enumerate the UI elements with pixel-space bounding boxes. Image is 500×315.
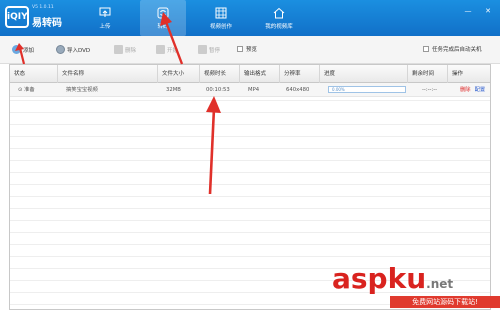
app-name: 易转码 — [32, 18, 62, 29]
row-config-link[interactable]: 配置 — [475, 87, 486, 93]
table-header: 状态 文件名称 文件大小 视频时长 输出格式 分辨率 进度 剩余时间 操作 — [10, 65, 490, 83]
main-nav: 上传 转码 视频创作 我的视频库 — [82, 0, 314, 36]
upload-icon — [99, 7, 111, 17]
delete-icon — [114, 45, 123, 54]
column-header-format[interactable]: 输出格式 — [240, 65, 280, 83]
video-create-icon — [215, 7, 227, 18]
delete-button-label: 删除 — [125, 47, 137, 54]
toolbar: 添加 导入DVD 删除 开始 暂停 预览 任务完成后自动关机 — [0, 36, 500, 64]
tab-upload[interactable]: 上传 — [82, 0, 128, 36]
column-header-actions[interactable]: 操作 — [448, 65, 490, 83]
row-remaining: --:--:-- — [422, 87, 438, 93]
auto-shutdown-checkbox-box[interactable] — [423, 46, 429, 52]
delete-button[interactable]: 删除 — [114, 45, 136, 54]
tab-video-create[interactable]: 视频创作 — [198, 0, 244, 36]
row-size: 32MB — [166, 87, 181, 93]
pause-button[interactable]: 暂停 — [198, 45, 220, 54]
annotation-arrow-duration — [206, 96, 221, 194]
column-header-duration[interactable]: 视频时长 — [200, 65, 240, 83]
import-dvd-label: 导入DVD — [67, 47, 91, 54]
column-header-remaining[interactable]: 剩余时间 — [408, 65, 448, 83]
app-version: V5 1.0.11 — [32, 5, 54, 10]
row-progress-text: 0.00% — [332, 87, 345, 92]
auto-shutdown-checkbox[interactable]: 任务完成后自动关机 — [423, 45, 482, 53]
row-resolution: 640x480 — [286, 87, 310, 93]
row-delete-link[interactable]: 删除 — [460, 87, 471, 93]
tab-my-library-label: 我的视频库 — [265, 23, 293, 30]
annotation-arrow-add — [15, 43, 26, 64]
app-logo: iQIY — [5, 6, 29, 28]
minimize-button[interactable]: — — [462, 6, 474, 16]
column-header-filename[interactable]: 文件名称 — [58, 65, 158, 83]
import-dvd-button[interactable]: 导入DVD — [56, 45, 90, 54]
title-bar: iQIY V5 1.0.11 易转码 上传 转码 视频创作 我的视频库 — ✕ — [0, 0, 500, 36]
preview-checkbox-box[interactable] — [237, 46, 243, 52]
dvd-icon — [56, 45, 65, 54]
row-status: ⊙ 准备 — [18, 87, 35, 93]
close-button[interactable]: ✕ — [482, 6, 494, 16]
watermark-main: aspku — [332, 262, 427, 295]
row-progress-bar: 0.00% — [328, 86, 406, 93]
preview-label: 预览 — [246, 47, 258, 53]
pause-icon — [198, 45, 207, 54]
watermark-subtitle: 免费网站源码下载站! — [390, 296, 500, 308]
row-filename: 搞笑宝宝视频 — [66, 87, 98, 93]
row-format: MP4 — [248, 87, 260, 93]
watermark-logo-text: aspku.net — [332, 262, 453, 295]
annotation-arrow-transcode — [160, 12, 184, 65]
window-controls: — ✕ — [454, 6, 494, 16]
watermark-suffix: .net — [426, 277, 454, 291]
pause-button-label: 暂停 — [209, 47, 221, 54]
column-header-size[interactable]: 文件大小 — [158, 65, 200, 83]
auto-shutdown-label: 任务完成后自动关机 — [432, 47, 482, 53]
tab-video-create-label: 视频创作 — [209, 23, 232, 30]
table-row[interactable]: ⊙ 准备 搞笑宝宝视频 32MB 00:10:53 MP4 640x480 0.… — [10, 83, 490, 97]
tab-upload-label: 上传 — [99, 23, 111, 30]
column-header-status[interactable]: 状态 — [10, 65, 58, 83]
column-header-progress[interactable]: 进度 — [320, 65, 408, 83]
tab-my-library[interactable]: 我的视频库 — [256, 0, 302, 36]
preview-checkbox[interactable]: 预览 — [237, 45, 257, 53]
row-actions: 删除 配置 — [456, 83, 485, 97]
home-icon — [273, 7, 285, 18]
column-header-resolution[interactable]: 分辨率 — [280, 65, 320, 83]
